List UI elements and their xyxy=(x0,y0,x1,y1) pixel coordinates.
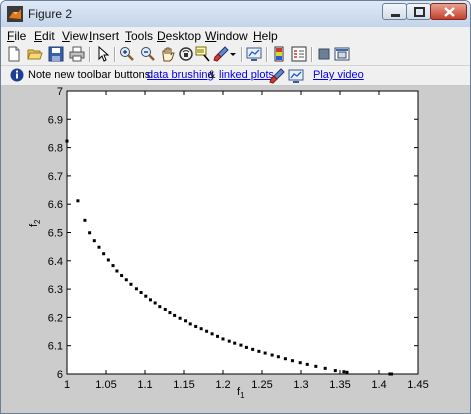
data-point xyxy=(227,339,231,343)
y-tick-label: 6.7 xyxy=(48,171,63,183)
data-point xyxy=(199,327,203,331)
data-point xyxy=(158,305,162,309)
x-tick-label: 1.2 xyxy=(215,379,230,391)
data-point xyxy=(153,301,157,305)
plot-area[interactable]: 1 1.05 1.1 1.15 1.2 1.25 1.3 1.35 1.4 1.45 6 6.1 6.2… xyxy=(1,1,470,413)
x-tick-label: 1 xyxy=(64,379,70,391)
data-point xyxy=(283,357,287,361)
y-tick-label: 6.3 xyxy=(48,284,63,296)
data-point xyxy=(88,231,92,235)
y-tick-label: 6.1 xyxy=(48,341,63,353)
data-point xyxy=(144,294,148,298)
y-tick-label: 6.5 xyxy=(48,228,63,240)
x-tick-label: 1.05 xyxy=(95,379,116,391)
data-point xyxy=(257,349,261,353)
data-point xyxy=(276,355,280,359)
y-tick-label: 6.6 xyxy=(48,199,63,211)
data-point xyxy=(148,298,152,302)
data-point xyxy=(251,347,255,351)
figure-window: Figure 2 File Edit View Insert Tools Des… xyxy=(0,0,471,414)
data-point xyxy=(102,252,106,256)
data-point xyxy=(120,274,124,278)
data-point xyxy=(83,218,87,222)
data-point xyxy=(244,345,248,349)
data-point xyxy=(333,369,337,373)
x-tick-label: 1.45 xyxy=(407,379,428,391)
axes-box xyxy=(66,90,419,375)
y-tick-label: 6.2 xyxy=(48,312,63,324)
data-point xyxy=(97,245,101,249)
y-tick-label: 6.9 xyxy=(48,114,63,126)
data-point xyxy=(106,258,110,262)
data-point xyxy=(323,366,327,370)
data-point xyxy=(216,334,220,338)
y-tick-label: 7 xyxy=(57,86,63,98)
data-point xyxy=(139,290,143,294)
data-point xyxy=(221,337,225,341)
data-point xyxy=(65,139,69,143)
data-point xyxy=(129,282,133,286)
data-point xyxy=(305,362,309,366)
data-point xyxy=(188,322,192,326)
data-point xyxy=(298,361,302,365)
y-tick-label: 6 xyxy=(57,369,63,381)
data-point xyxy=(115,269,119,273)
data-point xyxy=(163,307,167,311)
x-tick-label: 1.35 xyxy=(329,379,350,391)
data-point xyxy=(111,264,115,268)
y-tick-label: 6.8 xyxy=(48,143,63,155)
data-point xyxy=(345,370,349,374)
data-point xyxy=(239,343,243,347)
data-point xyxy=(342,370,346,374)
x-tick-label: 1.3 xyxy=(293,379,308,391)
data-point xyxy=(168,311,172,315)
data-point xyxy=(76,199,80,203)
data-point xyxy=(92,239,96,243)
data-point xyxy=(210,332,214,336)
y-tick-label: 6.4 xyxy=(48,256,63,268)
data-point xyxy=(389,372,393,376)
y-axis-label: f2 xyxy=(28,219,42,227)
data-point xyxy=(194,324,198,328)
x-tick-label: 1.15 xyxy=(173,379,194,391)
data-point xyxy=(314,364,318,368)
data-point xyxy=(173,313,177,317)
data-point xyxy=(270,353,274,357)
x-tick-label: 1.4 xyxy=(371,379,386,391)
x-tick-label: 1.1 xyxy=(137,379,152,391)
data-point xyxy=(178,316,182,320)
data-point xyxy=(233,341,237,345)
x-tick-label: 1.25 xyxy=(251,379,272,391)
data-point xyxy=(124,278,128,282)
data-point xyxy=(205,329,209,333)
data-point xyxy=(134,287,138,291)
data-point xyxy=(263,351,267,355)
x-axis-label: f1 xyxy=(237,386,245,400)
data-point xyxy=(290,359,294,363)
data-point xyxy=(184,319,188,323)
